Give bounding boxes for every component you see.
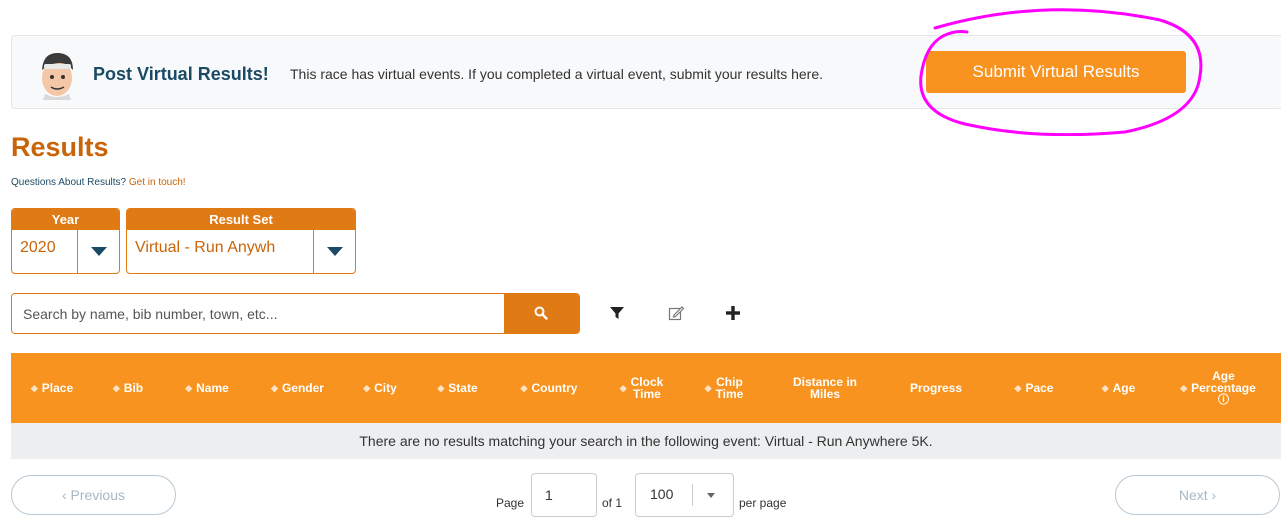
column-header-chip-time[interactable]: ◆ Chip Time [684,353,764,423]
column-header-clock-time[interactable]: ◆ Clock Time [599,353,684,423]
per-page-label: per page [739,496,787,510]
get-in-touch-link[interactable]: Get in touch! [129,177,186,188]
plus-icon[interactable] [723,303,743,323]
column-header-progress: Progress [909,381,963,395]
questions-line: Questions About Results? Get in touch! [11,177,186,188]
sort-icon: ◆ [363,383,371,393]
sort-icon: ◆ [1014,383,1022,393]
column-header-city[interactable]: ◆ City [344,353,416,423]
sort-icon: ◆ [1101,383,1109,393]
submit-virtual-results-button[interactable]: Submit Virtual Results [926,51,1186,93]
column-header-bib[interactable]: ◆ Bib [93,353,163,423]
year-label: Year [12,209,119,230]
sort-icon: ◆ [30,383,38,393]
search-bar [11,293,580,334]
page-count-label: of 1 [602,496,623,510]
column-header-age[interactable]: ◆ Age [1082,353,1155,423]
year-selector[interactable]: Year 2020 [11,208,120,274]
column-header-name[interactable]: ◆ Name [163,353,251,423]
caret-down-icon [707,493,715,498]
sort-icon: ◆ [619,383,627,393]
sort-icon: ◆ [1180,383,1188,393]
virtual-results-banner: Post Virtual Results! This race has virt… [11,35,1281,109]
results-heading: Results [11,132,109,162]
sort-icon: ◆ [437,383,445,393]
filter-icon[interactable] [607,303,627,323]
result-set-label: Result Set [127,209,355,230]
column-header-country[interactable]: ◆ Country [499,353,599,423]
search-icon [534,306,548,320]
next-page-button[interactable]: Next › [1115,475,1280,515]
search-input[interactable] [12,294,506,333]
page-label: Page [496,496,525,510]
column-header-gender[interactable]: ◆ Gender [251,353,344,423]
result-set-value: Virtual - Run Anywh [135,239,276,256]
column-header-pace[interactable]: ◆ Pace [986,353,1082,423]
chevron-down-icon[interactable] [77,230,119,273]
results-table-header: ◆ Place ◆ Bib ◆ Name ◆ Gender ◆ City ◆ S… [11,353,1281,423]
sort-icon: ◆ [185,383,193,393]
column-header-age-percentage[interactable]: ◆ Age Percentage ⓘ [1155,353,1281,423]
previous-page-button[interactable]: ‹ Previous [11,475,176,515]
result-set-selector[interactable]: Result Set Virtual - Run Anywh [126,208,356,274]
page-number-input[interactable] [531,473,597,517]
sort-icon: ◆ [271,383,278,393]
empty-results-message: There are no results matching your searc… [11,423,1281,459]
sort-icon: ◆ [520,383,528,393]
column-header-distance: Distance in Miles [792,375,858,401]
edit-icon[interactable] [666,303,686,323]
column-header-state[interactable]: ◆ State [416,353,499,423]
year-value: 2020 [20,239,56,256]
chevron-down-icon[interactable] [313,230,355,273]
banner-title: Post Virtual Results! [93,64,269,84]
sort-icon: ◆ [112,383,120,393]
questions-text: Questions About Results? [11,177,127,188]
per-page-select[interactable]: 100 [635,473,734,517]
column-header-place[interactable]: ◆ Place [11,353,93,423]
sort-icon: ◆ [704,383,712,393]
per-page-value: 100 [650,486,674,502]
info-icon[interactable]: ⓘ [1191,394,1256,406]
runner-mascot-icon [42,52,73,100]
banner-text: This race has virtual events. If you com… [290,66,824,82]
search-button[interactable] [504,294,579,333]
